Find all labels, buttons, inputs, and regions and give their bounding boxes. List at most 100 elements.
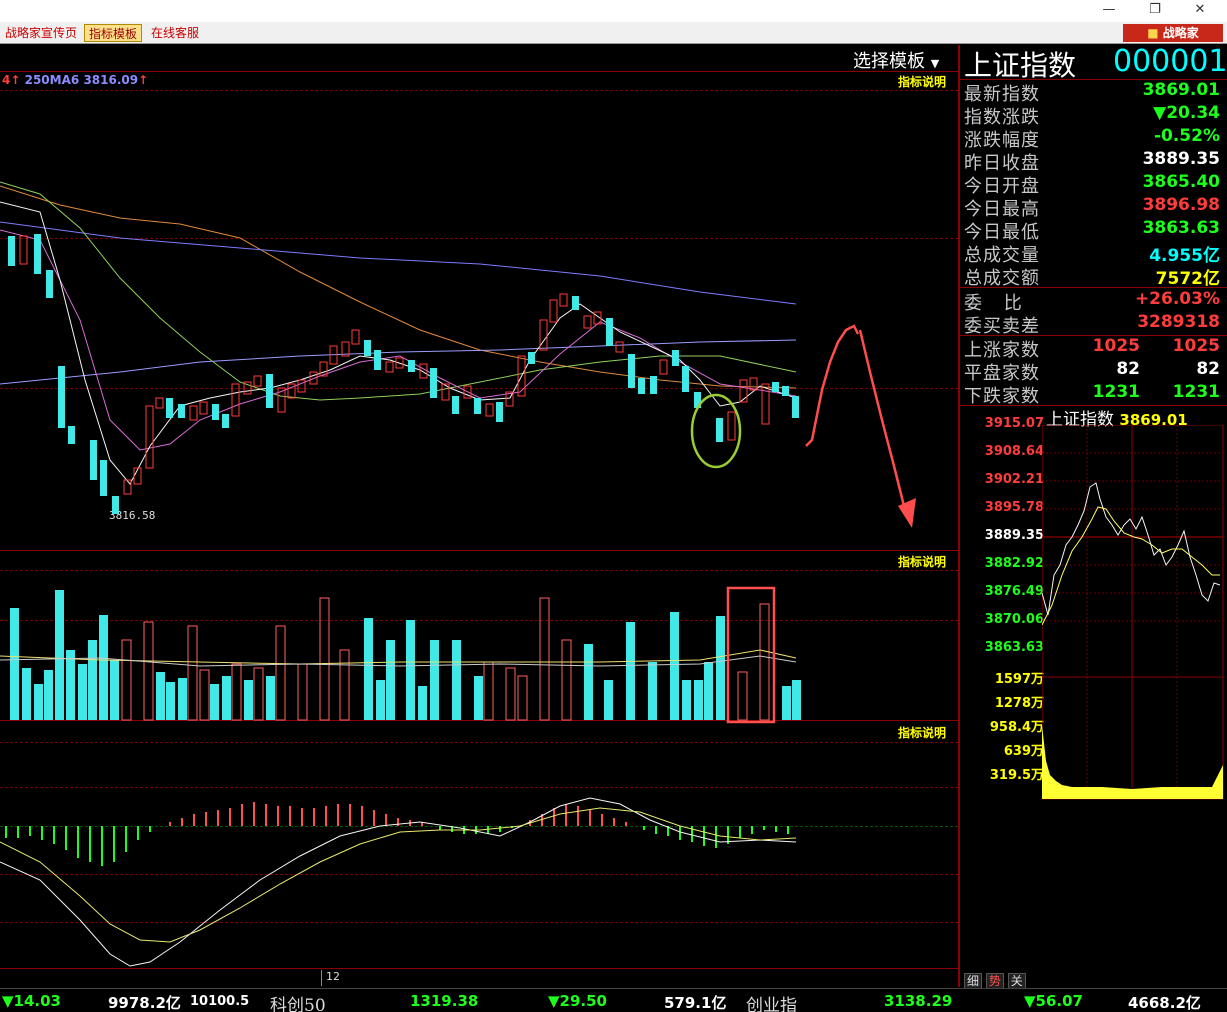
candle — [496, 402, 503, 422]
candle — [100, 460, 107, 496]
volume-bar-mark — [505, 667, 516, 721]
bid-ask-diff-row: 委买卖差 3289318 — [964, 312, 1224, 337]
candle — [374, 350, 381, 370]
volume-bar-mark — [231, 663, 242, 721]
candle — [682, 366, 689, 392]
candle — [716, 418, 723, 442]
candle — [659, 359, 668, 375]
kc50-amount: 579.1亿 — [664, 994, 727, 1012]
candle — [178, 404, 185, 418]
volume-bar-mark — [517, 675, 528, 721]
quote-value: 3863.63 — [1142, 218, 1220, 238]
breadth-value: 1231 — [1172, 382, 1220, 402]
quote-row-high: 今日最高 3896.98 — [964, 195, 1224, 220]
volume-bar-mark — [266, 676, 275, 720]
volume-bar-mark — [792, 680, 801, 720]
candle — [672, 350, 679, 366]
market-status-bar: ▼14.03 9978.2亿 10100.5 科创50 1319.38 ▼29.… — [0, 988, 1227, 1012]
sh-extra: 10100.5 — [190, 994, 250, 1009]
volume-bar-mark — [66, 650, 75, 720]
candle — [474, 398, 481, 414]
price-tick: 3908.64 — [984, 444, 1044, 459]
close-icon[interactable]: ✕ — [1190, 2, 1210, 17]
candle — [351, 329, 360, 345]
volume-bar-mark — [704, 662, 713, 720]
breadth-value: 82 — [1196, 359, 1220, 379]
candle — [364, 340, 371, 356]
volume-bar-mark — [187, 625, 198, 721]
volume-bar-mark — [364, 618, 373, 720]
volume-bar-mark — [55, 590, 64, 720]
volume-bar-mark — [156, 672, 165, 720]
side-tabs: 细 势 关 — [964, 972, 1026, 989]
volume-bar-mark — [584, 644, 593, 720]
candle — [772, 382, 779, 392]
candle — [583, 315, 592, 329]
candle — [792, 396, 799, 418]
volume-bar-mark — [604, 680, 613, 720]
candle — [650, 376, 657, 394]
volume-bar-mark — [222, 676, 231, 720]
candle — [782, 386, 789, 396]
index-code: 000001 — [1113, 44, 1227, 79]
volume-bar-mark — [178, 678, 187, 720]
volume-bar-mark — [406, 620, 415, 720]
quote-value: 3889.35 — [1142, 149, 1220, 169]
candles — [8, 234, 799, 514]
candle — [485, 403, 494, 417]
candle — [559, 293, 568, 307]
intraday-chart[interactable] — [1042, 425, 1224, 800]
volume-bar-mark — [339, 649, 350, 721]
candle — [572, 296, 579, 310]
restore-icon[interactable]: ❐ — [1145, 2, 1165, 17]
quote-row-last: 最新指数 3869.01 — [964, 80, 1224, 105]
breadth-row-flat: 平盘家数 82 82 — [964, 359, 1224, 384]
brand-label: 战略家 — [1162, 26, 1199, 40]
candle — [638, 378, 645, 394]
breadth-value: 82 — [1116, 359, 1140, 379]
volume-bar-mark — [483, 661, 494, 721]
volume-bar-mark — [210, 684, 219, 720]
candle — [297, 379, 306, 393]
volume-tick: 958.4万 — [989, 720, 1044, 735]
ma-line-blue — [0, 221, 797, 305]
candle — [68, 426, 75, 444]
quote-row-change: 指数涨跌 ▼20.34 — [964, 103, 1224, 128]
volume-bar-mark — [110, 660, 119, 720]
price-tick: 3889.35 — [984, 528, 1044, 543]
kc50-name[interactable]: 科创50 — [270, 991, 326, 1012]
candle — [19, 235, 28, 265]
breadth-value: 1231 — [1092, 382, 1140, 402]
ma-line-magenta — [0, 229, 797, 451]
price-tick: 3902.21 — [984, 472, 1044, 487]
quote-value: -0.52% — [1153, 126, 1220, 146]
candle — [615, 341, 624, 353]
minimize-icon[interactable]: — — [1099, 2, 1119, 17]
brand-button[interactable]: ■ 战略家 — [1123, 24, 1223, 42]
volume-bar-mark — [275, 625, 286, 721]
volume-bar-mark — [430, 640, 439, 720]
ratio-value: +26.03% — [1134, 289, 1220, 309]
candle — [528, 352, 535, 364]
candle — [539, 319, 548, 351]
ratio-row: 委 比 +26.03% — [964, 289, 1224, 314]
cyb-name[interactable]: 创业指 — [746, 991, 797, 1012]
tab-trend[interactable]: 势 — [985, 973, 1004, 989]
volume-tick: 639万 — [1003, 744, 1044, 759]
candle — [8, 236, 15, 266]
volume-bar-mark — [694, 680, 703, 720]
kc50-change: ▼29.50 — [548, 992, 607, 1010]
sh-amount: 9978.2亿 — [108, 994, 181, 1012]
kline-chart[interactable] — [0, 0, 958, 988]
volume-bar-mark — [716, 616, 725, 720]
candle — [222, 414, 229, 428]
cyb-amount: 4668.2亿 — [1128, 994, 1201, 1012]
breadth-row-up: 上涨家数 1025 1025 — [964, 336, 1224, 361]
price-tick: 3863.63 — [984, 640, 1044, 655]
volume-bar-mark — [376, 680, 385, 720]
price-tick: 3915.07 — [984, 416, 1044, 431]
tab-related[interactable]: 关 — [1007, 973, 1026, 989]
volume-bar-mark — [143, 621, 154, 721]
volume-bar-mark — [121, 639, 132, 721]
tab-detail[interactable]: 细 — [964, 973, 983, 989]
